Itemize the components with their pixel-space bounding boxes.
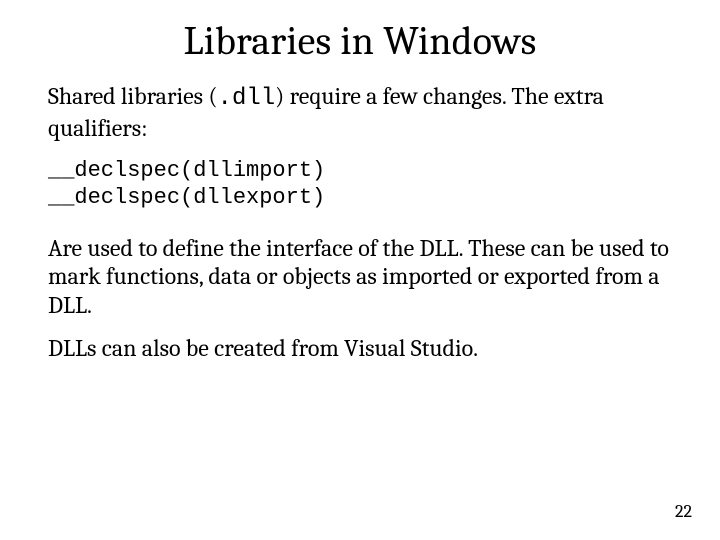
intro-paragraph: Shared libraries (.dll) require a few ch… <box>48 82 672 143</box>
code-line-2: __declspec(dllexport) <box>48 185 325 210</box>
code-block: __declspec(dllimport) __declspec(dllexpo… <box>48 157 672 212</box>
slide: Libraries in Windows Shared libraries (.… <box>0 0 720 540</box>
page-number: 22 <box>675 501 692 522</box>
slide-title: Libraries in Windows <box>48 18 672 64</box>
inline-code-dll: .dll <box>218 85 276 112</box>
slide-body: Shared libraries (.dll) require a few ch… <box>48 82 672 363</box>
code-line-1: __declspec(dllimport) <box>48 158 325 183</box>
description-paragraph: Are used to define the interface of the … <box>48 234 672 320</box>
intro-text-pre: Shared libraries ( <box>48 82 218 110</box>
footer-paragraph: DLLs can also be created from Visual Stu… <box>48 334 672 363</box>
